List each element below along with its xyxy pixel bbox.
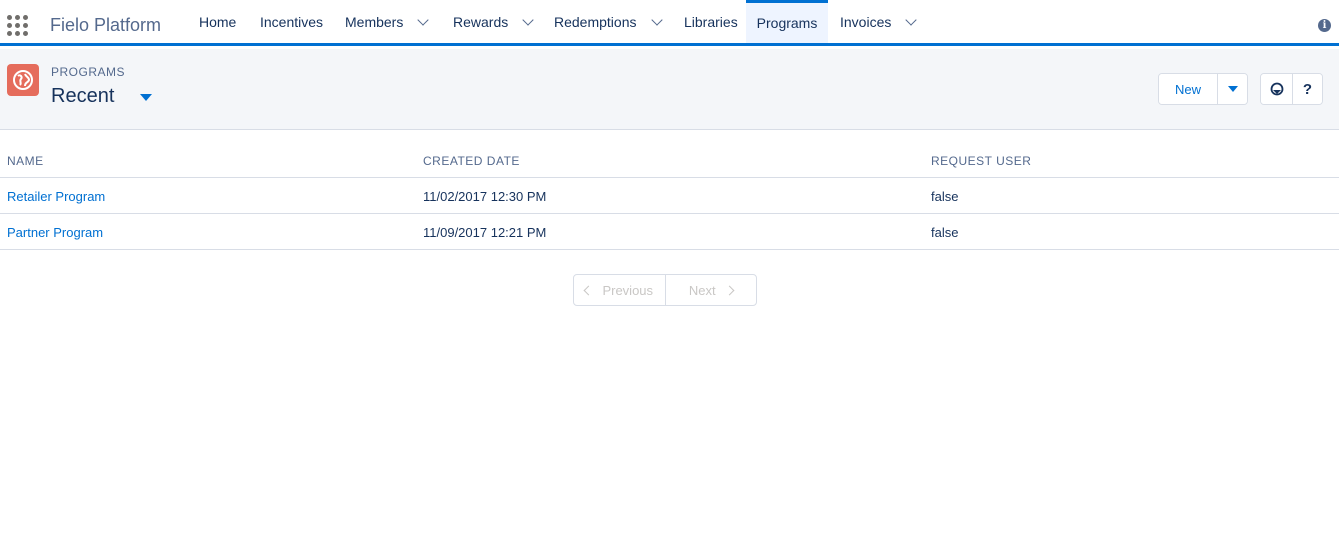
programs-table: NAME CREATED DATE REQUEST USER Retailer … — [0, 130, 1339, 250]
program-name-link[interactable]: Partner Program — [7, 225, 103, 240]
guidance-icon — [1270, 82, 1283, 96]
column-header-request-user[interactable]: REQUEST USER — [931, 154, 1031, 168]
nav-item-members[interactable]: Members — [332, 0, 440, 43]
global-navigation: Fielo Platform Home Incentives Members R… — [0, 0, 1339, 46]
request-user-cell: false — [931, 225, 959, 240]
nav-item-label: Home — [199, 13, 237, 30]
nav-item-libraries[interactable]: Libraries — [671, 0, 751, 43]
next-label: Next — [688, 282, 716, 298]
nav-item-redemptions[interactable]: Redemptions — [541, 0, 674, 43]
app-name: Fielo Platform — [50, 15, 162, 35]
new-button-group: New — [1158, 73, 1248, 105]
object-label: PROGRAMS — [51, 65, 126, 79]
nav-item-incentives[interactable]: Incentives — [247, 0, 336, 43]
program-name-link[interactable]: Retailer Program — [7, 189, 105, 204]
created-date-cell: 11/09/2017 12:21 PM — [423, 225, 547, 240]
column-header-name[interactable]: NAME — [7, 154, 44, 168]
nav-item-label: Libraries — [684, 13, 738, 30]
list-view-name: Recent — [51, 85, 115, 107]
chevron-down-icon[interactable] — [417, 13, 430, 26]
next-button[interactable]: Next — [664, 275, 757, 305]
caret-down-icon — [1227, 86, 1238, 92]
pagination: Previous Next — [573, 274, 757, 306]
app-launcher-icon[interactable] — [7, 15, 28, 36]
nav-item-label: Redemptions — [554, 13, 637, 30]
chevron-down-icon[interactable] — [522, 13, 534, 26]
nav-item-rewards[interactable]: Rewards — [440, 0, 545, 43]
caret-down-icon[interactable] — [140, 94, 153, 101]
guidance-button[interactable] — [1261, 74, 1292, 104]
program-icon — [7, 64, 39, 96]
chevron-down-icon[interactable] — [650, 13, 663, 26]
chevron-left-icon — [584, 285, 594, 295]
list-view-header: PROGRAMS Recent New ? — [0, 49, 1339, 130]
nav-item-label: Members — [345, 13, 404, 30]
chevron-right-icon — [724, 285, 735, 295]
info-icon[interactable]: i — [1318, 19, 1331, 32]
nav-item-programs[interactable]: Programs — [746, 0, 828, 43]
previous-label: Previous — [602, 282, 654, 298]
chevron-down-icon[interactable] — [905, 13, 918, 26]
table-row: Partner Program 11/09/2017 12:21 PM fals… — [0, 214, 1339, 250]
nav-item-invoices[interactable]: Invoices — [827, 0, 928, 43]
nav-item-label: Invoices — [840, 13, 892, 30]
nav-item-home[interactable]: Home — [186, 0, 249, 43]
new-button[interactable]: New — [1159, 74, 1217, 104]
request-user-cell: false — [931, 189, 959, 204]
column-header-created-date[interactable]: CREATED DATE — [423, 154, 520, 168]
help-button[interactable]: ? — [1292, 74, 1322, 104]
table-header: NAME CREATED DATE REQUEST USER — [0, 130, 1339, 178]
previous-button[interactable]: Previous — [574, 275, 665, 305]
more-actions-button[interactable] — [1217, 74, 1247, 104]
list-view-selector[interactable]: Recent — [51, 85, 153, 108]
utility-button-group: ? — [1260, 73, 1323, 105]
help-icon: ? — [1302, 80, 1313, 98]
nav-item-label: Rewards — [453, 13, 509, 30]
nav-item-label: Programs — [756, 15, 818, 31]
created-date-cell: 11/02/2017 12:30 PM — [423, 189, 547, 204]
table-row: Retailer Program 11/02/2017 12:30 PM fal… — [0, 178, 1339, 214]
nav-item-label: Incentives — [260, 13, 324, 30]
